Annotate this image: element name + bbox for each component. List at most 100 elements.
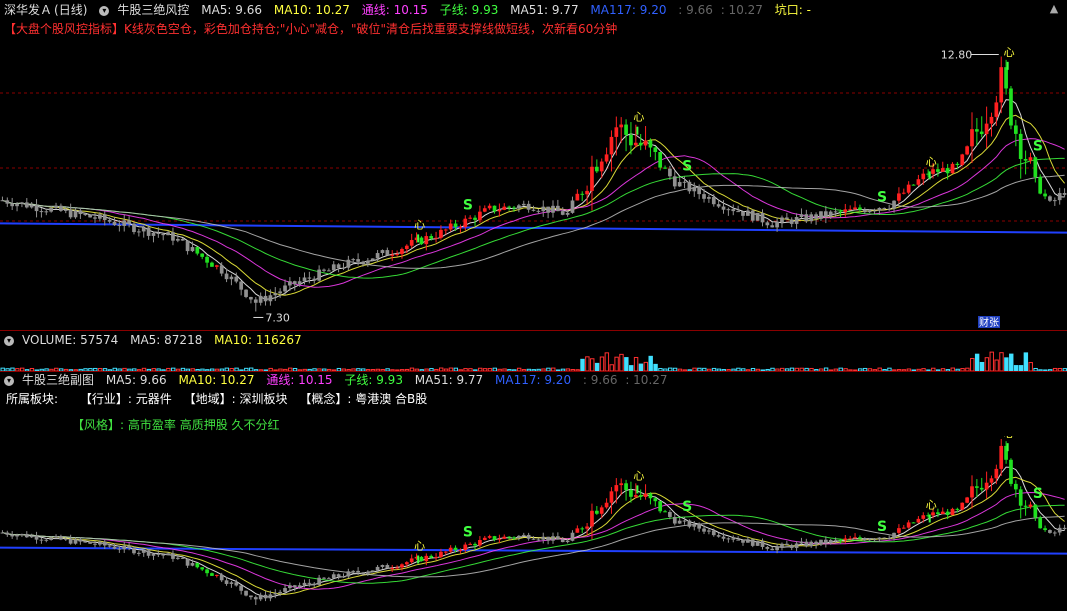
candle-body	[746, 210, 750, 216]
candle-body	[83, 214, 88, 216]
xin-marker: 心	[926, 155, 937, 168]
candle-body	[507, 536, 511, 538]
xin-marker: 心	[1004, 46, 1015, 59]
candle-body	[78, 210, 83, 215]
candle-body	[214, 265, 219, 267]
concept-value: 粤港澳 合B股	[355, 392, 428, 406]
candle-body	[541, 206, 546, 212]
candle-body	[327, 578, 331, 580]
candle-body	[390, 568, 395, 570]
candle-body	[482, 537, 487, 540]
candle-body	[297, 585, 302, 588]
candle-body	[351, 259, 356, 261]
candle-body	[877, 207, 882, 211]
candle-body	[229, 276, 234, 280]
candle-body	[1043, 193, 1047, 197]
collapse-icon[interactable]: ▲	[1047, 2, 1061, 16]
candle-body	[443, 229, 448, 231]
candle-body	[268, 295, 273, 302]
candle-body	[63, 209, 68, 211]
candle-body	[658, 501, 663, 512]
candle-body	[244, 289, 248, 297]
candle-body	[375, 253, 380, 259]
chevron-down-icon[interactable]: ▾	[99, 5, 110, 16]
candle-body	[224, 580, 229, 584]
candle-body	[195, 563, 200, 568]
candle-body	[580, 193, 585, 195]
candle-body	[239, 585, 244, 591]
indicator-name[interactable]: 牛股三绝风控	[117, 3, 189, 17]
candle-body	[629, 490, 633, 497]
sub-candle-chart[interactable]: SSSS心心心心	[0, 436, 1067, 611]
stock-name[interactable]: 深华发Ａ	[4, 3, 52, 17]
candle-body	[531, 538, 536, 540]
period-label[interactable]: (日线)	[54, 3, 87, 17]
candle-body	[819, 539, 823, 545]
chevron-down-icon[interactable]: ▾	[4, 375, 14, 386]
candle-body	[127, 545, 131, 548]
kengkou-value: 坑口: -	[774, 3, 811, 17]
candle-body	[453, 547, 458, 551]
candle-body	[400, 249, 404, 254]
volume-bar	[590, 358, 595, 371]
candle-body	[780, 217, 784, 223]
candle-body	[107, 545, 112, 547]
candle-body	[672, 176, 677, 187]
candle-body	[380, 250, 385, 254]
candle-body	[463, 218, 468, 228]
candle-body	[911, 522, 916, 524]
candle-body	[843, 209, 848, 212]
candle-body	[1057, 527, 1062, 533]
chevron-down-icon[interactable]: ▾	[4, 335, 14, 346]
candle-body	[619, 124, 624, 128]
candle-body	[478, 539, 482, 546]
candle-body	[473, 217, 477, 220]
candle-body	[39, 539, 44, 541]
volume-chart[interactable]	[0, 349, 1067, 371]
candle-body	[604, 154, 609, 162]
candle-body	[63, 538, 68, 540]
sub-indicator-name[interactable]: 牛股三绝副图	[22, 373, 94, 387]
candle-body	[249, 296, 253, 300]
candle-body	[361, 261, 365, 264]
candle-body	[171, 232, 175, 241]
candle-body	[848, 538, 853, 540]
volume-bar	[599, 356, 605, 371]
candle-body	[911, 184, 916, 186]
candle-body	[526, 203, 531, 210]
candle-body	[1033, 504, 1038, 518]
candle-body	[1048, 196, 1052, 201]
candle-body	[487, 205, 492, 209]
candle-body	[633, 495, 638, 497]
main-candle-chart[interactable]: SSSS心心心心12.807.30 财张	[0, 38, 1067, 330]
candle-body	[302, 582, 307, 586]
candle-body	[512, 537, 516, 539]
candle-body	[677, 520, 682, 524]
candle-body	[590, 510, 594, 527]
volume-bar	[585, 356, 590, 371]
candle-body	[921, 515, 926, 519]
candle-body	[249, 595, 253, 598]
s-marker: S	[463, 524, 473, 540]
style-key: 【风格】:	[72, 418, 125, 432]
candle-body	[750, 539, 755, 546]
candle-body	[1062, 193, 1067, 195]
candle-body	[624, 124, 628, 135]
candle-body	[512, 207, 516, 209]
candle-body	[765, 222, 770, 226]
low-price-label: 7.30	[265, 311, 290, 324]
volume-bar	[643, 361, 649, 371]
high-price-label: 12.80	[941, 49, 973, 62]
candle-body	[814, 214, 818, 219]
candle-body	[711, 197, 716, 205]
candle-body	[794, 217, 799, 224]
candle-body	[721, 206, 726, 210]
candle-body	[546, 536, 550, 541]
s-marker: S	[682, 159, 692, 175]
candle-body	[521, 203, 526, 206]
candle-body	[385, 565, 390, 569]
candle-body	[458, 227, 463, 229]
candle-body	[682, 181, 687, 183]
volume-bar	[989, 351, 994, 371]
candle-body	[570, 200, 575, 213]
